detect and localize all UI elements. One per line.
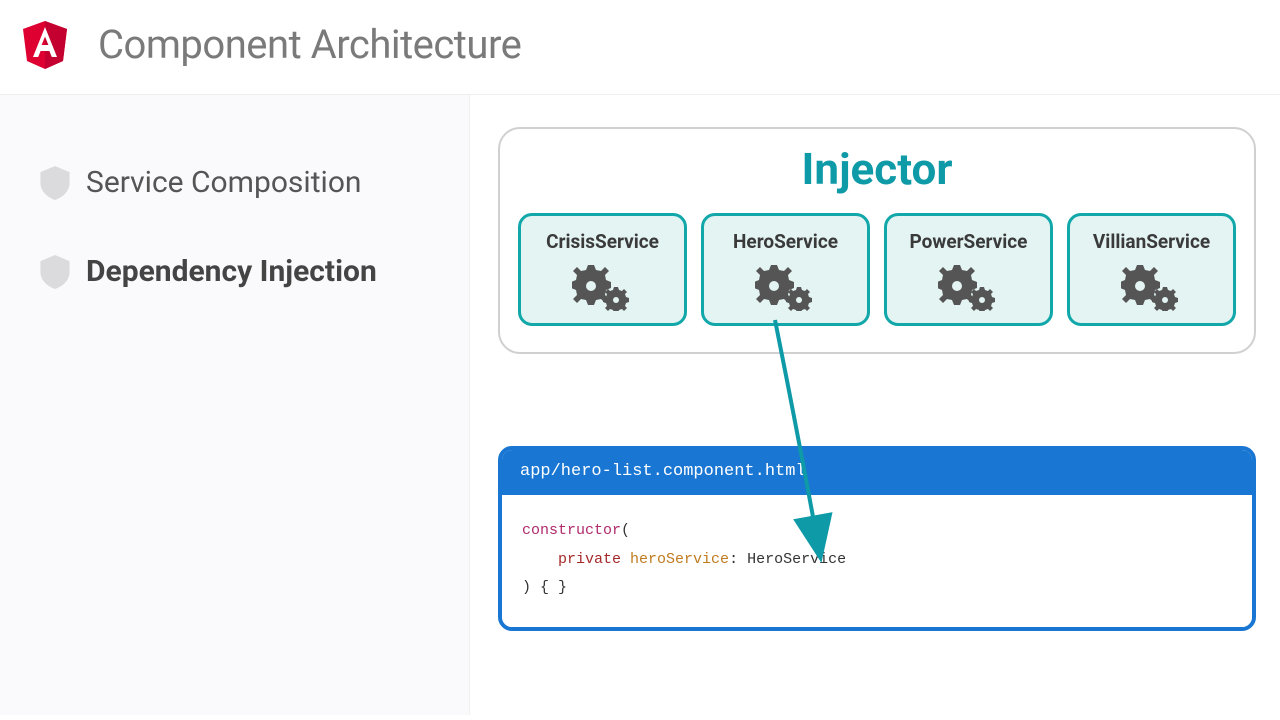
service-card-villian: VillianService [1067,213,1236,326]
sidebar-item-label: Service Composition [86,165,362,200]
content-area: Service Composition Dependency Injection… [0,95,1280,715]
code-body: constructor( private heroService: HeroSe… [502,495,1252,627]
angular-logo-icon [20,18,70,70]
shield-icon [40,255,70,289]
code-filename: app/hero-list.component.html [502,450,1252,495]
main-diagram: Injector CrisisService HeroService Power… [470,95,1280,715]
gears-icon [938,261,1000,311]
page-title: Component Architecture [98,21,521,68]
code-token: ( [621,522,630,539]
sidebar-item-label: Dependency Injection [86,254,377,289]
gears-icon [755,261,817,311]
injector-title: Injector [518,143,1236,195]
injector-container: Injector CrisisService HeroService Power… [498,127,1256,354]
sidebar: Service Composition Dependency Injection [0,95,470,715]
service-card-hero: HeroService [701,213,870,326]
code-token-accessor: private [558,551,621,568]
shield-icon [40,166,70,200]
service-name: HeroService [710,230,861,253]
sidebar-item-service-composition[interactable]: Service Composition [40,165,429,200]
services-row: CrisisService HeroService PowerService [518,213,1236,326]
service-name: PowerService [893,230,1044,253]
service-name: CrisisService [527,230,678,253]
service-card-crisis: CrisisService [518,213,687,326]
code-example: app/hero-list.component.html constructor… [498,446,1256,631]
gears-icon [1121,261,1183,311]
code-token-variable: heroService [630,551,729,568]
code-token: : HeroService [729,551,846,568]
service-card-power: PowerService [884,213,1053,326]
code-token-keyword: constructor [522,522,621,539]
code-token: ) { } [522,574,1232,603]
sidebar-item-dependency-injection[interactable]: Dependency Injection [40,254,429,289]
header: Component Architecture [0,0,1280,95]
gears-icon [572,261,634,311]
service-name: VillianService [1076,230,1227,253]
